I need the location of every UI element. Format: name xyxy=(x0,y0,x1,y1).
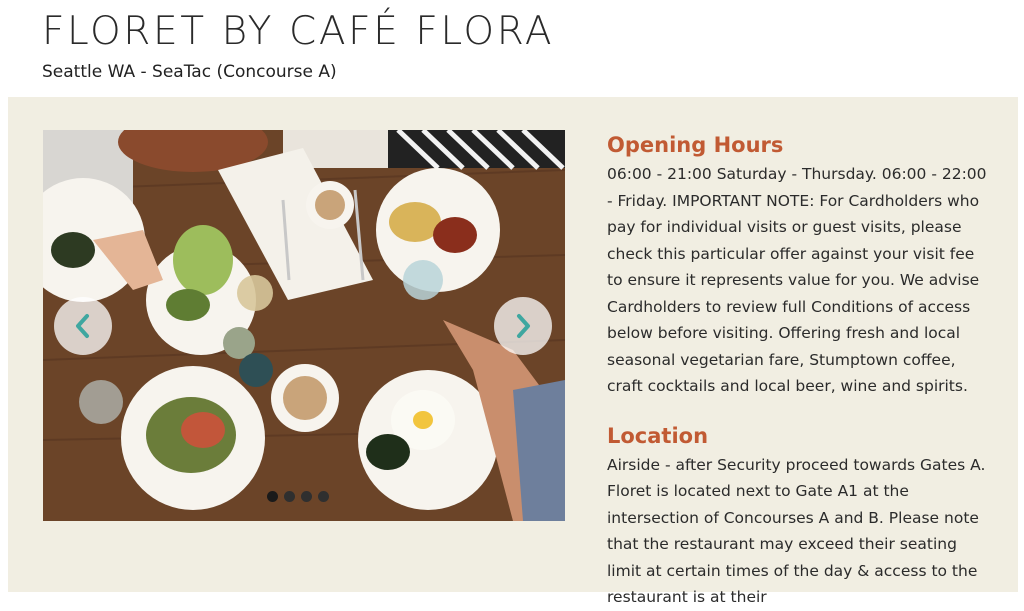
chevron-right-icon xyxy=(517,314,530,338)
photo-carousel[interactable] xyxy=(43,130,565,521)
opening-hours-heading: Opening Hours xyxy=(607,133,784,157)
page-subtitle: Seattle WA - SeaTac (Concourse A) xyxy=(42,62,337,82)
carousel-image xyxy=(43,130,565,521)
carousel-pagination xyxy=(267,491,329,502)
opening-hours-text: 06:00 - 21:00 Saturday - Thursday. 06:00… xyxy=(607,165,987,395)
location-heading: Location xyxy=(607,423,709,448)
carousel-dot-2[interactable] xyxy=(284,491,295,502)
chevron-left-icon xyxy=(76,314,89,338)
location-text: Airside - after Security proceed towards… xyxy=(607,455,986,607)
page-header: FLORET BY CAFÉ FLORA Seattle WA - SeaTac… xyxy=(42,8,554,84)
page-title: FLORET BY CAFÉ FLORA xyxy=(42,9,555,54)
carousel-dot-4[interactable] xyxy=(318,491,329,502)
carousel-prev-button[interactable] xyxy=(54,297,112,355)
venue-info: Opening Hours 06:00 - 21:00 Saturday - T… xyxy=(607,131,992,611)
carousel-dot-3[interactable] xyxy=(301,491,312,502)
carousel-dot-1[interactable] xyxy=(267,491,278,502)
carousel-next-button[interactable] xyxy=(494,297,552,355)
